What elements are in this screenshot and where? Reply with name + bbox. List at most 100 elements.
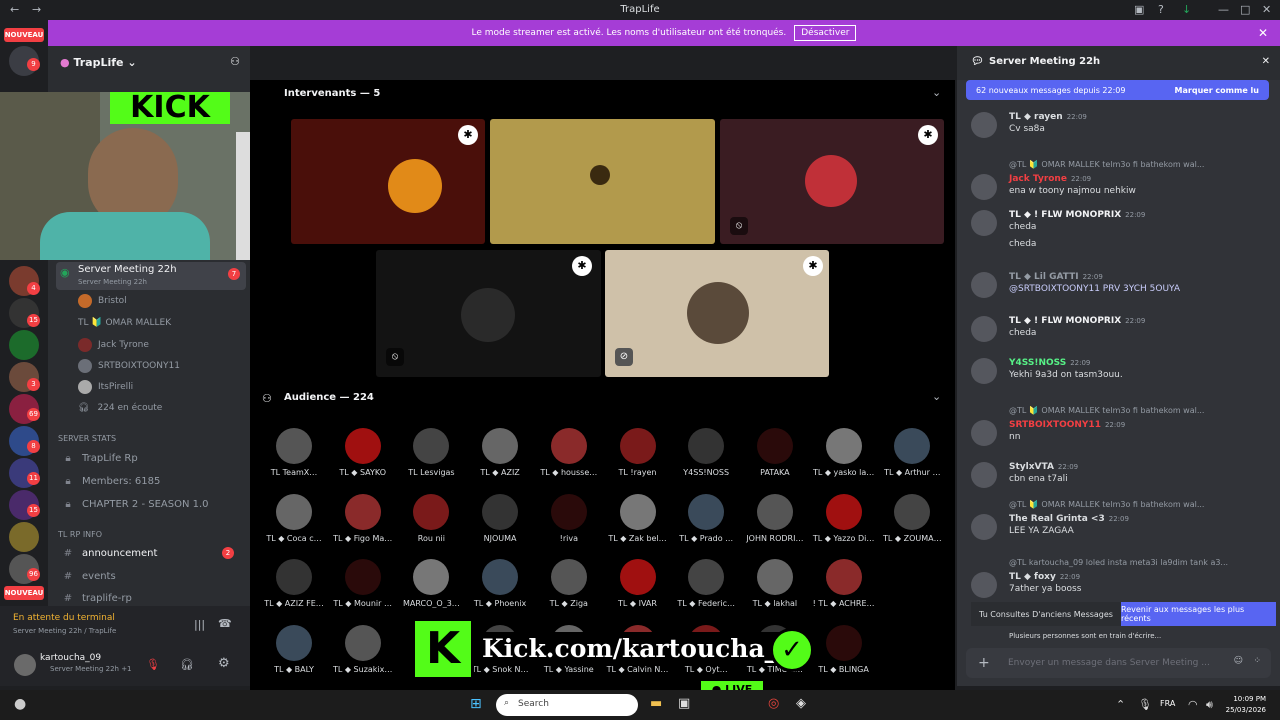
app-icon[interactable]: ◈ (796, 696, 806, 711)
avatar[interactable] (971, 272, 997, 298)
audience-member[interactable]: !riva (535, 493, 603, 554)
audience-member[interactable]: TL ◆ Arthur … (878, 428, 946, 488)
chevron-down-icon[interactable]: ⌄ (932, 390, 941, 403)
audience-member[interactable]: TL ◆ Prado … (672, 493, 740, 554)
mic-tray-icon[interactable]: 🎙︎ (1138, 698, 1152, 711)
jump-to-present-button[interactable]: Revenir aux messages les plus récents (1121, 602, 1276, 626)
audience-member[interactable]: PATAKA (741, 428, 809, 488)
avatar[interactable] (971, 316, 997, 342)
audience-member[interactable]: TL ◆ Mounir … (329, 559, 397, 619)
audience-member[interactable]: TL ◆ AZIZ (466, 428, 534, 488)
category-rp-info[interactable]: TL RP INFO (58, 530, 102, 539)
reply-preview[interactable]: @TL 🔰 OMAR MALLEK telm3o fi bathekom wal… (1009, 160, 1204, 169)
audience-member[interactable]: TL ◆ AZIZ FE… (260, 559, 328, 619)
close-window-icon[interactable]: ✕ (1262, 3, 1271, 16)
audience-member[interactable]: TL ◆ Coca c… (260, 493, 328, 554)
audience-member[interactable]: JOHN RODRI… (741, 493, 809, 554)
channel-traplife-rp[interactable]: # traplife-rp (56, 588, 244, 608)
listener-count[interactable]: 🎧︎ 224 en écoute (78, 399, 162, 417)
close-chat-icon[interactable]: ✕ (1262, 56, 1270, 67)
audience-member[interactable]: TL ◆ Federic… (672, 559, 740, 619)
avatar[interactable] (971, 358, 997, 384)
audience-member[interactable]: MARCO_O_3… (397, 559, 465, 619)
message-input[interactable]: + Envoyer un message dans Server Meeting… (966, 648, 1271, 678)
mic-muted-icon[interactable]: 🎙︎ (146, 658, 160, 671)
inbox-icon[interactable]: ▣ (1134, 3, 1144, 16)
server-icon[interactable] (9, 330, 39, 360)
download-icon[interactable]: ↓ (1182, 3, 1191, 16)
add-attachment-icon[interactable]: + (978, 655, 990, 671)
audience-member[interactable]: TL ◆ Zak bel… (604, 493, 672, 554)
message-author[interactable]: Jack Tyrone (1009, 174, 1067, 184)
voice-channel-active[interactable]: ◉ Server Meeting 22h Server Meeting 22h … (56, 262, 246, 290)
voice-user[interactable]: SRTBOIXTOONY11 (78, 357, 180, 375)
audience-member[interactable]: Rou nii (397, 493, 465, 554)
maximize-icon[interactable]: □ (1240, 3, 1250, 16)
reply-preview[interactable]: @TL kartoucha_09 loled insta meta3i la9d… (1009, 558, 1228, 567)
channel-announcement[interactable]: # announcement 2 (56, 543, 244, 563)
chevron-down-icon[interactable]: ⌄ (932, 86, 941, 99)
message-author[interactable]: TL ◆ foxy (1009, 572, 1056, 582)
apps-icon[interactable]: ⁘ (1253, 656, 1261, 666)
settings-gear-icon[interactable]: ⚙ (218, 656, 230, 671)
message-author[interactable]: Y4SS!NOSS (1009, 358, 1066, 368)
stat-channel[interactable]: 🔒︎ TrapLife Rp (56, 448, 244, 468)
message-author[interactable]: StylxVTA (1009, 462, 1054, 472)
channel-events[interactable]: # events (56, 566, 244, 586)
server-icon[interactable] (9, 522, 39, 552)
emoji-icon[interactable]: ☺ (1234, 656, 1243, 666)
audience-member[interactable]: TL ◆ Ziga (535, 559, 603, 619)
avatar[interactable] (971, 210, 997, 236)
file-explorer-icon[interactable]: ▬ (650, 696, 662, 711)
headset-icon[interactable]: 🎧︎ (180, 658, 194, 671)
disable-streamer-button[interactable]: Désactiver (794, 25, 857, 41)
message-author[interactable]: TL ◆ rayen (1009, 112, 1063, 122)
server-header[interactable]: ● TrapLife ⌄ ⚇ (48, 46, 250, 78)
message-author[interactable]: TL ◆ ! FLW MONOPRIX (1009, 210, 1121, 220)
audience-member[interactable]: TL ◆ Yazzo Di… (810, 493, 878, 554)
volume-icon[interactable]: 🔊︎ (1206, 698, 1213, 712)
avatar[interactable] (971, 572, 997, 598)
audience-member[interactable]: TL ◆ IVAR (604, 559, 672, 619)
speaker-tile[interactable] (490, 119, 715, 244)
audience-member[interactable]: TL ◆ housse… (535, 428, 603, 488)
avatar[interactable] (971, 174, 997, 200)
audience-member[interactable]: TL ◆ Phoenix (466, 559, 534, 619)
stat-channel[interactable]: 🔒︎ CHAPTER 2 - SEASON 1.0 (56, 494, 244, 514)
audience-member[interactable]: TL !rayen (604, 428, 672, 488)
help-icon[interactable]: ? (1158, 3, 1164, 16)
stat-channel[interactable]: 🔒︎ Members: 6185 (56, 471, 244, 491)
minimize-icon[interactable]: — (1218, 3, 1229, 16)
avatar[interactable] (971, 514, 997, 540)
avatar[interactable] (971, 420, 997, 446)
speaker-tile[interactable]: ✱ ⦸ (376, 250, 601, 377)
message-author[interactable]: The Real Grinta <3 (1009, 514, 1105, 524)
reply-preview[interactable]: @TL 🔰 OMAR MALLEK telm3o fi bathekom wal… (1009, 406, 1204, 415)
audience-member[interactable]: NJOUMA (466, 493, 534, 554)
audience-member[interactable]: TL ◆ lakhal (741, 559, 809, 619)
speaker-tile[interactable]: ✱ ⊘ (605, 250, 829, 377)
avatar[interactable] (971, 462, 997, 488)
audience-member[interactable]: TL Lesvigas (397, 428, 465, 488)
message-author[interactable]: TL ◆ ! FLW MONOPRIX (1009, 316, 1121, 326)
chrome-icon[interactable]: ◎ (768, 696, 779, 711)
language-indicator[interactable]: FRA (1160, 699, 1175, 708)
avatar[interactable] (971, 112, 997, 138)
audience-member[interactable]: Y4SS!NOSS (672, 428, 740, 488)
taskbar-search[interactable]: ⌕ Search (496, 694, 638, 716)
noise-suppression-icon[interactable]: ||| (194, 618, 205, 631)
windows-start-icon[interactable]: ⊞ (470, 696, 482, 712)
wifi-icon[interactable]: ◠ (1188, 698, 1198, 711)
speaker-tile[interactable]: ✱ ⦸ (720, 119, 944, 244)
disconnect-icon[interactable]: ☎ (218, 617, 232, 630)
audience-member[interactable]: TL ◆ ZOUMA… (878, 493, 946, 554)
voice-user[interactable]: ItsPirelli (78, 378, 133, 396)
avatar[interactable] (14, 654, 36, 676)
audience-member[interactable]: TL ◆ yasko la… (810, 428, 878, 488)
store-icon[interactable]: ▣ (678, 696, 690, 711)
message-author[interactable]: SRTBOIXTOONY11 (1009, 420, 1101, 430)
voice-user[interactable]: Jack Tyrone (78, 336, 149, 354)
taskbar-clock[interactable]: 10:09 PM 25/03/2026 (1226, 694, 1266, 716)
tray-chevron-icon[interactable]: ⌃ (1116, 698, 1125, 711)
voice-status-subtitle[interactable]: Server Meeting 22h / TrapLife (13, 627, 116, 635)
